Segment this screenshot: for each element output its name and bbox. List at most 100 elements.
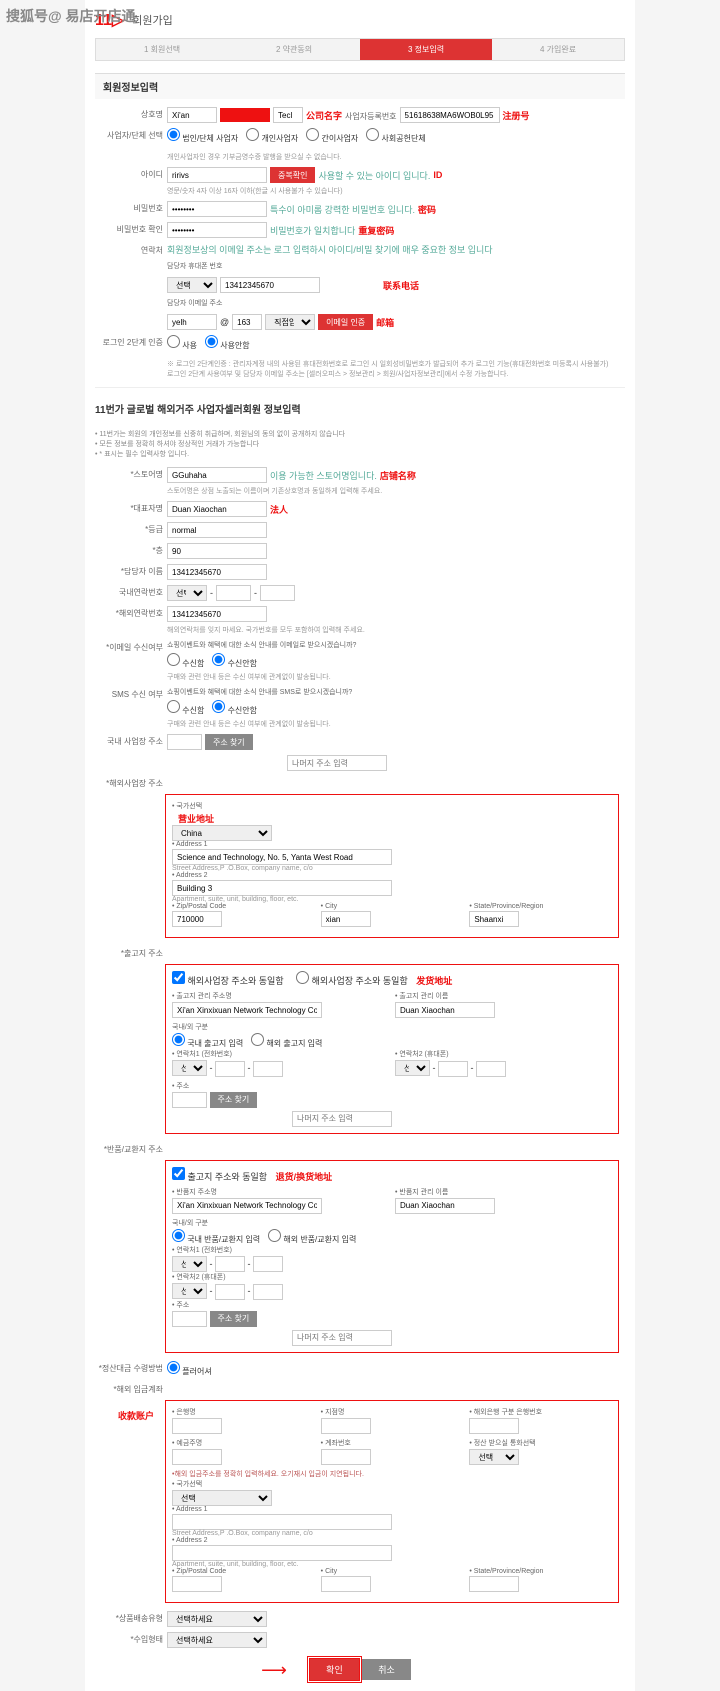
return-zip[interactable] [172,1311,207,1327]
phone-sublabel: 담당자 휴대폰 번호 [167,261,222,271]
return-ph2-lbl: • 연락처2 (휴대폰) [172,1272,612,1282]
pw2-input[interactable] [167,222,267,238]
emailrecv-label: *이메일 수신여부 [95,640,163,653]
domaddr-zip[interactable] [167,734,202,750]
ship-ph2-sel[interactable]: 선택 [395,1060,430,1076]
ship-region-lbl: 국내/외 구분 [172,1022,612,1032]
ship-search-button[interactable]: 주소 찾기 [210,1092,258,1108]
shipcat-select[interactable]: 선택하세요 [167,1611,267,1627]
pw-input[interactable] [167,201,267,217]
ship-ph2-b[interactable] [476,1061,506,1077]
domphone-2[interactable] [260,585,295,601]
email-verify-button[interactable]: 이메일 인증 [318,314,373,330]
login2-opt-2[interactable]: 사용안함 [205,335,250,351]
return-ph1-sel[interactable]: 선택 [172,1256,207,1272]
intlphone-input[interactable] [167,606,267,622]
bank-name-input[interactable] [172,1418,222,1434]
ship-region-opt-2[interactable]: 해외 출고지 입력 [251,1033,322,1049]
return-ph2-sel[interactable]: 선택 [172,1283,207,1299]
import-select[interactable]: 선택하세요 [167,1632,267,1648]
userid-check-button[interactable]: 중복확인 [270,167,315,183]
bank-fcurr-select[interactable]: 선택 [469,1449,519,1465]
sec2-note-3: • * 표시는 필수 입력사항 입니다. [95,449,625,459]
company-input-1[interactable] [167,107,217,123]
bizaddr-a1-input[interactable] [172,849,392,865]
store-input[interactable] [167,467,267,483]
bank-a1-input[interactable] [172,1514,392,1530]
grade-input[interactable] [167,522,267,538]
ship-ph1-sel[interactable]: 선택 [172,1060,207,1076]
biztype-opt-4[interactable]: 사회공헌단체 [366,128,425,144]
return-mgr-input[interactable] [172,1198,322,1214]
bizno-input[interactable] [400,107,500,123]
login2-opt-1[interactable]: 사용 [167,335,197,351]
email-domain-input[interactable] [232,314,262,330]
bizaddr-a1-lbl: • Address 1 [172,841,612,848]
smsrecv-opt-1[interactable]: 수신함 [167,700,204,716]
ship-ph1-a[interactable] [215,1061,245,1077]
mgrname-input[interactable] [167,564,267,580]
ship-same-chk2[interactable]: 해외사업장 주소와 동일함 [296,976,408,986]
cancel-button[interactable]: 취소 [362,1659,411,1680]
annotation-pw: 密码 [418,203,436,216]
bizaddr-a2-input[interactable] [172,880,392,896]
biztype-opt-1[interactable]: 법인/단체 사업자 [167,128,238,144]
email-local-input[interactable] [167,314,217,330]
ceo-input[interactable] [167,501,267,517]
ship-label: *출고지 주소 [95,946,163,959]
ship-mgr-input[interactable] [172,1002,322,1018]
ship-region-opt-1[interactable]: 국내 출고지 입력 [172,1033,243,1049]
ship-same-chk1[interactable]: 해외사업장 주소와 동일함 [172,976,284,986]
ship-zip[interactable] [172,1092,207,1108]
company-input-2[interactable] [273,107,303,123]
smsrecv-opt-2[interactable]: 수신안함 [212,700,257,716]
bank-branch-input[interactable] [321,1418,371,1434]
domaddr-rest[interactable] [287,755,387,771]
watermark: 搜狐号@ 易店开店通 [6,6,136,26]
return-region-opt-1[interactable]: 국내 반품/교환지 입력 [172,1229,260,1245]
domphone-1[interactable] [216,585,251,601]
bizaddr-city[interactable] [321,911,371,927]
domaddr-search-button[interactable]: 주소 찾기 [205,734,253,750]
ship-rest[interactable] [292,1111,392,1127]
emailrecv-opt-1[interactable]: 수신함 [167,653,204,669]
return-ph1-b[interactable] [253,1256,283,1272]
phone-input[interactable] [220,277,320,293]
email-domain-select[interactable]: 직접입력 [265,314,315,330]
bizaddr-zip[interactable] [172,911,222,927]
domaddr-label: 국내 사업장 주소 [95,734,163,747]
userid-input[interactable] [167,167,267,183]
bank-country-select[interactable]: 선택 [172,1490,272,1506]
bank-zip[interactable] [172,1576,222,1592]
phone-prefix-select[interactable]: 선택 [167,277,217,293]
annotation-bizno: 注册号 [503,109,530,122]
return-rest[interactable] [292,1330,392,1346]
bizaddr-state[interactable] [469,911,519,927]
bank-route-input[interactable] [469,1418,519,1434]
pw2-status: 비밀번호가 일치합니다 [270,224,355,237]
bank-acctname-input[interactable] [172,1449,222,1465]
return-region-opt-2[interactable]: 해외 반품/교환지 입력 [268,1229,356,1245]
floor-input[interactable] [167,543,267,559]
calcmethod-opt[interactable]: 플러어셔 [167,1361,212,1377]
bank-acct-input[interactable] [321,1449,371,1465]
return-same-chk[interactable]: 출고지 주소와 동일함 [172,1172,267,1182]
bank-city[interactable] [321,1576,371,1592]
return-ph1-a[interactable] [215,1256,245,1272]
return-search-button[interactable]: 주소 찾기 [210,1311,258,1327]
return-name-input[interactable] [395,1198,495,1214]
ship-ph1-b[interactable] [253,1061,283,1077]
return-name-lbl: • 반품지 관리 이름 [395,1187,612,1197]
biztype-opt-3[interactable]: 간이사업자 [306,128,358,144]
ship-name-input[interactable] [395,1002,495,1018]
biztype-opt-2[interactable]: 개인사업자 [246,128,298,144]
bank-state[interactable] [469,1576,519,1592]
confirm-button[interactable]: 확인 [309,1658,360,1681]
ship-ph2-a[interactable] [438,1061,468,1077]
bank-country-lbl: • 국가선택 [172,1479,612,1489]
emailrecv-opt-2[interactable]: 수신안함 [212,653,257,669]
bank-note: •해외 입금주소를 정확히 입력하세요. 오기재시 입금이 지연됩니다. [172,1469,612,1479]
bizaddr-country-select[interactable]: China [172,825,272,841]
domphone-sel[interactable]: 선택 [167,585,207,601]
bank-a2-input[interactable] [172,1545,392,1561]
